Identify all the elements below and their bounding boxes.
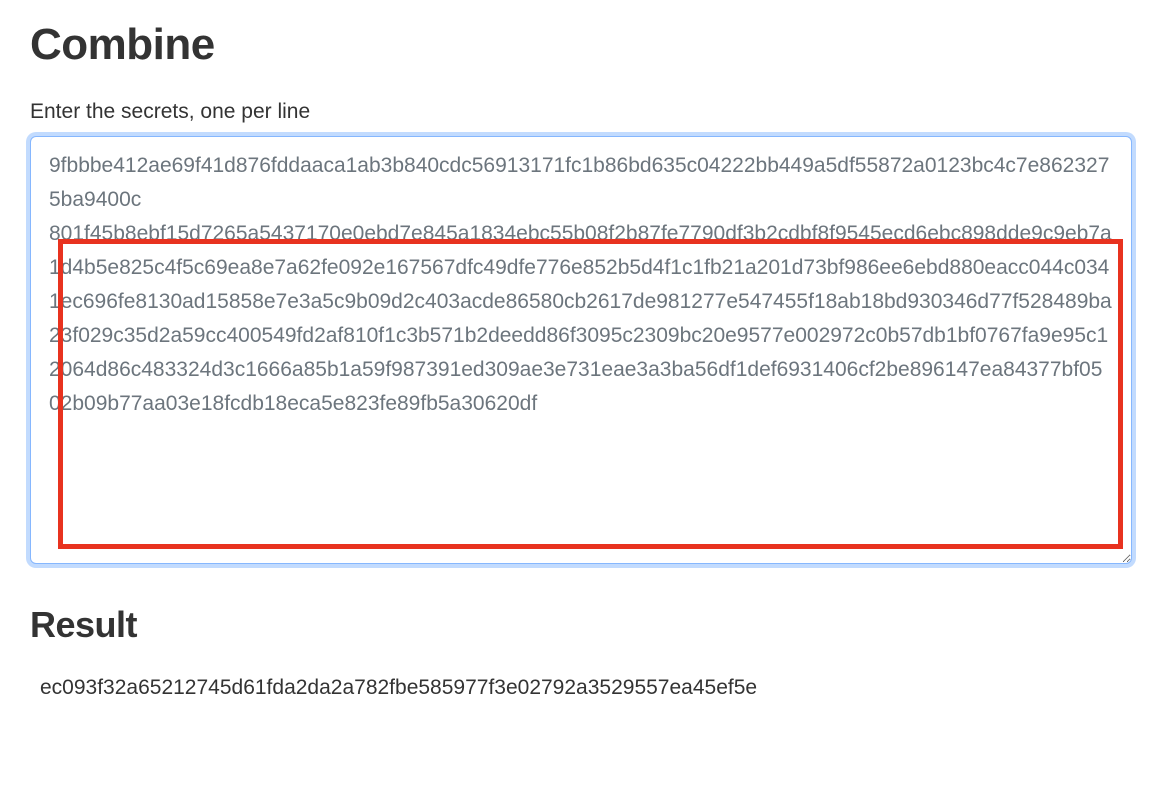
secrets-input-label: Enter the secrets, one per line xyxy=(30,100,1132,124)
result-heading: Result xyxy=(30,604,1132,646)
textarea-container xyxy=(30,136,1132,569)
result-value: ec093f32a65212745d61fda2da2a782fbe585977… xyxy=(30,676,1132,700)
combine-heading: Combine xyxy=(30,20,1132,70)
secrets-textarea[interactable] xyxy=(30,136,1132,564)
